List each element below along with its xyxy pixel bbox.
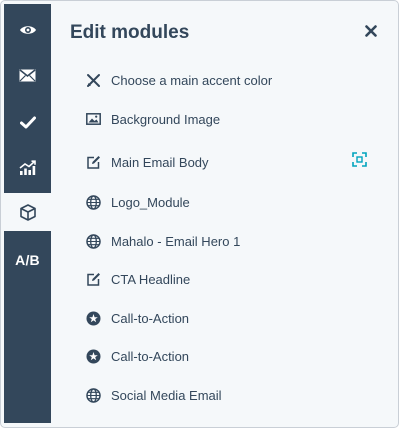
module-item-social-media-email[interactable]: Social Media Email xyxy=(85,383,222,407)
panel-title: Edit modules xyxy=(70,22,190,43)
globe-icon xyxy=(85,194,102,211)
rail-ab-test-button[interactable]: A/B xyxy=(4,241,51,279)
globe-icon xyxy=(85,387,102,404)
module-label: Main Email Body xyxy=(111,154,209,170)
rail-analytics-button[interactable] xyxy=(4,149,51,187)
analytics-icon xyxy=(19,160,36,176)
checkmark-icon xyxy=(19,116,36,129)
rail-preview-button[interactable] xyxy=(4,11,51,49)
rail-modules-button[interactable] xyxy=(4,193,51,231)
edit-modules-panel: Edit modules Choose a main accent color xyxy=(51,4,395,423)
module-label: Mahalo - Email Hero 1 xyxy=(111,233,241,249)
star-icon xyxy=(85,348,102,365)
module-label: Background Image xyxy=(111,111,221,127)
edit-icon xyxy=(85,271,102,288)
module-item-email-hero[interactable]: Mahalo - Email Hero 1 xyxy=(85,229,240,253)
module-item-accent-color[interactable]: Choose a main accent color xyxy=(85,68,272,92)
edit-icon xyxy=(85,154,102,171)
sidebar-rail: A/B xyxy=(4,4,51,423)
module-item-logo-module[interactable]: Logo_Module xyxy=(85,190,190,214)
ab-test-label: A/B xyxy=(15,252,40,268)
module-item-call-to-action-2[interactable]: Call-to-Action xyxy=(85,344,189,368)
module-label: Logo_Module xyxy=(111,194,190,210)
module-label: CTA Headline xyxy=(111,271,191,287)
globe-icon xyxy=(85,233,102,250)
module-item-cta-headline[interactable]: CTA Headline xyxy=(85,267,190,291)
cube-icon xyxy=(19,203,36,221)
envelope-icon xyxy=(19,68,36,82)
close-icon xyxy=(365,24,377,42)
image-icon xyxy=(85,111,102,128)
module-item-call-to-action-1[interactable]: Call-to-Action xyxy=(85,306,189,330)
rail-email-button[interactable] xyxy=(4,56,51,94)
expand-icon xyxy=(351,152,367,172)
module-label: Choose a main accent color xyxy=(111,72,273,88)
eye-icon xyxy=(19,24,37,36)
module-item-main-email-body[interactable]: Main Email Body xyxy=(85,150,209,174)
star-icon xyxy=(85,310,102,327)
module-label: Social Media Email xyxy=(111,387,222,403)
module-expand-button[interactable] xyxy=(350,152,368,172)
module-item-background-image[interactable]: Background Image xyxy=(85,107,220,131)
rail-review-button[interactable] xyxy=(4,103,51,141)
edit-modules-window: A/B Edit modules Choose a main accent co… xyxy=(0,0,399,428)
close-button[interactable] xyxy=(362,24,380,42)
module-label: Call-to-Action xyxy=(111,348,190,364)
color-picker-icon xyxy=(85,72,102,89)
module-label: Call-to-Action xyxy=(111,310,190,326)
